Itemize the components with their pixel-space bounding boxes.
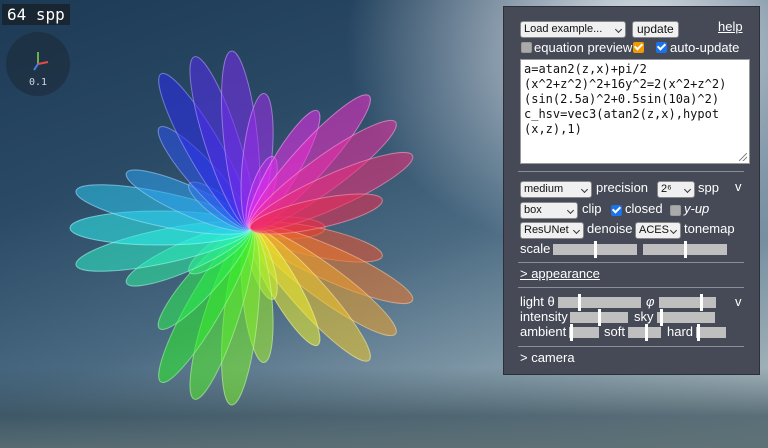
slider-thumb[interactable] (645, 324, 648, 341)
divider (518, 171, 744, 172)
control-panel: Load example... update help equation pre… (503, 6, 760, 375)
slider-thumb[interactable] (570, 324, 573, 341)
ambient-label: ambient (520, 324, 567, 339)
spp-select[interactable]: 2⁶ (657, 181, 695, 198)
clip-select[interactable]: box (520, 202, 578, 219)
scale-slider-2[interactable] (643, 241, 727, 258)
divider (518, 262, 744, 263)
auto-update-label: auto-update (670, 40, 740, 55)
clip-label: clip (582, 201, 602, 216)
soft-label: soft (604, 324, 625, 339)
equation-preview-checkbox[interactable] (521, 42, 532, 53)
sky-label: sky (634, 309, 654, 324)
denoise-label: denoise (587, 221, 633, 236)
resize-grip-icon[interactable] (739, 153, 747, 161)
lighting-collapse-toggle[interactable]: v (735, 294, 742, 309)
hard-slider[interactable] (696, 324, 726, 341)
spp-label: spp (698, 180, 719, 195)
closed-label: closed (625, 201, 663, 216)
closed-checkbox[interactable] (611, 205, 622, 216)
render-collapse-toggle[interactable]: v (735, 179, 742, 194)
update-button[interactable]: update (632, 21, 679, 38)
rendered-flower[interactable] (60, 40, 460, 420)
example-select[interactable]: Load example... (520, 21, 626, 38)
intensity-label: intensity (520, 309, 568, 324)
flower-petals (69, 50, 414, 406)
tonemap-label: tonemap (684, 221, 735, 236)
scale-label: scale (520, 241, 551, 256)
slider-thumb[interactable] (697, 324, 700, 341)
light-theta-label: light θ (520, 294, 555, 309)
spp-counter: 64 spp (2, 4, 70, 25)
divider (518, 346, 744, 347)
precision-label: precision (596, 180, 649, 195)
slider-thumb[interactable] (594, 241, 597, 258)
phi-slider[interactable] (659, 294, 716, 311)
axes-scale-label: 0.1 (29, 77, 48, 88)
auto-update-checkbox[interactable] (656, 42, 667, 53)
orange-toggle-checkbox[interactable] (633, 42, 644, 53)
equation-textarea[interactable]: a=atan2(z,x)+pi/2 (x^2+z^2)^2+16y^2=2(x^… (520, 59, 750, 164)
scale-slider-1[interactable] (553, 241, 637, 258)
slider-thumb[interactable] (598, 309, 601, 326)
quality-select[interactable]: medium (520, 181, 592, 198)
phi-label: φ (646, 294, 655, 309)
slider-thumb[interactable] (578, 294, 581, 311)
slider-thumb[interactable] (660, 309, 663, 326)
slider-thumb[interactable] (684, 241, 687, 258)
yup-label: y-up (684, 201, 710, 216)
sky-slider[interactable] (657, 309, 715, 326)
help-link[interactable]: help (718, 19, 743, 34)
hard-label: hard (667, 324, 694, 339)
denoise-select[interactable]: ResUNet (520, 222, 584, 239)
soft-slider[interactable] (628, 324, 661, 341)
yup-checkbox[interactable] (670, 205, 681, 216)
ambient-slider[interactable] (569, 324, 599, 341)
tonemap-select[interactable]: ACES (635, 222, 681, 239)
divider (518, 287, 744, 288)
slider-thumb[interactable] (700, 294, 703, 311)
light-theta-slider[interactable] (558, 294, 641, 311)
equation-preview-label: equation preview (534, 40, 633, 55)
camera-link[interactable]: > camera (520, 350, 575, 365)
intensity-slider[interactable] (570, 309, 628, 326)
appearance-link[interactable]: > appearance (520, 266, 600, 281)
